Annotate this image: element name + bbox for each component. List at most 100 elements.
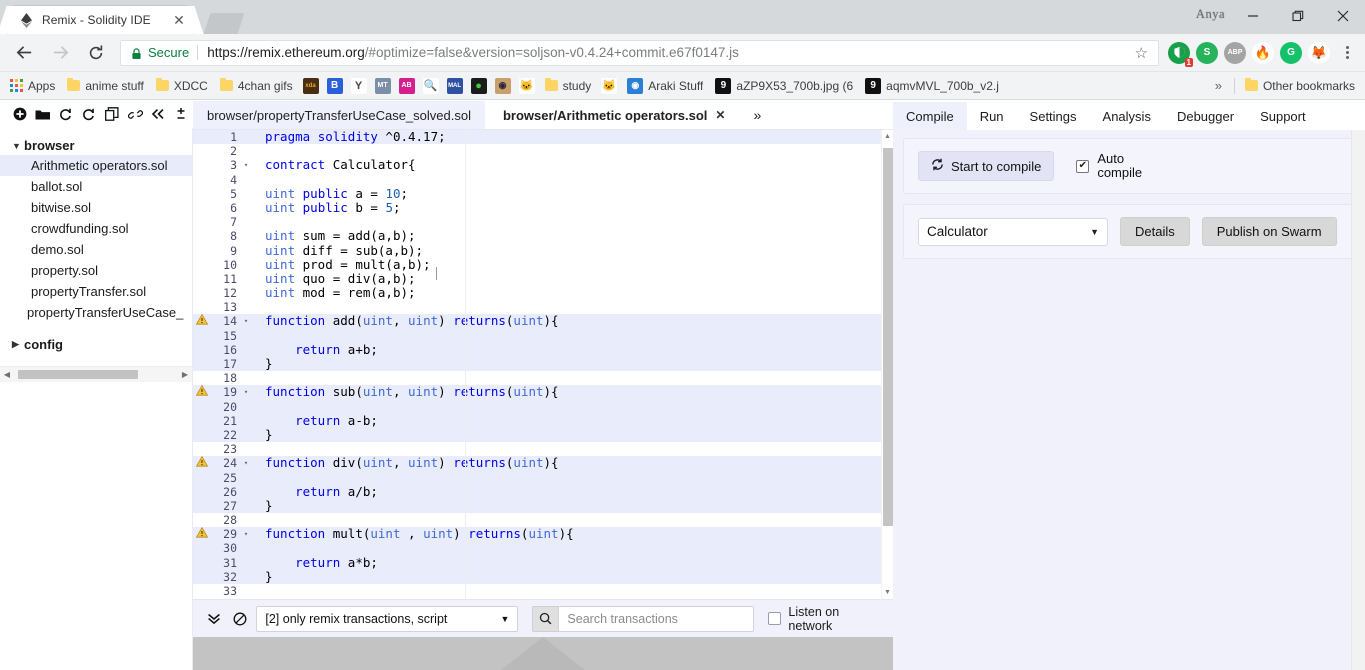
code-line[interactable]: 23 [193,442,881,456]
code-line[interactable]: 3 ▾ contract Calculator{ [193,158,881,173]
adguard-icon[interactable]: 1 [1168,41,1193,67]
scroll-down-icon[interactable]: ▼ [882,586,893,599]
maximize-icon[interactable] [1275,0,1320,32]
ban-icon[interactable] [227,612,253,626]
grammarly-icon[interactable]: G [1280,41,1302,64]
scroll-left-icon[interactable]: ◀ [0,370,14,379]
bookmark-study[interactable]: study [539,77,598,95]
chevron-right-icon[interactable]: ▶ [12,339,24,350]
browser-tab-remix[interactable]: Remix - Solidity IDE ✕ [8,6,193,34]
new-tab-button[interactable] [203,13,245,34]
terminal-horizontal-scrollbar[interactable] [193,637,893,670]
code-line[interactable]: 5 uint public a = 10; [193,186,881,201]
warning-icon[interactable] [195,456,209,468]
file-item-property-transfer-usecase[interactable]: propertyTransferUseCase_ [0,302,192,323]
transaction-filter-select[interactable]: [2] only remix transactions, script ▼ [256,605,519,632]
bookmarks-overflow-icon[interactable]: » [1207,78,1230,93]
bookmark-araki-stuff[interactable]: ◉ Araki Stuff [621,76,709,96]
bookmark-4chan-gifs[interactable]: 4chan gifs [214,77,299,95]
code-editor-lines[interactable]: 1 pragma solidity ^0.4.17; 2 3 ▾ contract Cal… [193,130,881,599]
tab-compile[interactable]: Compile [893,102,967,130]
tab-settings[interactable]: Settings [1017,102,1090,130]
code-line[interactable]: 12 uint mod = rem(a,b); [193,285,881,300]
bookmark-cat2-site[interactable]: 🐱 [597,76,621,96]
adblock-plus-icon[interactable]: ABP [1224,41,1246,64]
bookmark-star-icon[interactable]: ☆ [1129,44,1154,62]
chevron-down-icon[interactable]: ▼ [12,141,24,151]
bookmark-aqmvmvl[interactable]: 9 aqmvMVL_700b_v2.j [859,76,1005,96]
reload-icon[interactable] [82,39,110,67]
code-line[interactable]: 11 uint quo = div(a,b); [193,271,881,286]
code-line[interactable]: 24 ▾ function div(uint, uint) returns(uint… [193,456,881,471]
code-line[interactable]: 16 return a+b; [193,342,881,357]
scroll-right-icon[interactable]: ▶ [178,370,192,379]
open-folder-icon[interactable] [31,101,54,127]
file-explorer-hscrollbar[interactable]: ◀ ▶ [0,366,192,382]
tab-debugger[interactable]: Debugger [1164,102,1247,130]
code-line[interactable]: 7 [193,215,881,229]
bookmark-anime-stuff[interactable]: anime stuff [61,77,149,95]
flame-extension-icon[interactable]: 🔥 [1252,41,1274,64]
address-bar[interactable]: Secure https://remix.ethereum.org/#optim… [120,39,1159,66]
auto-compile-checkbox[interactable] [1076,159,1090,173]
bookmark-azp9x53[interactable]: 9 aZP9X53_700b.jpg (6 [709,76,859,96]
code-line[interactable]: 31 return a*b; [193,555,881,570]
close-icon[interactable]: ✕ [715,108,725,122]
listen-on-network-checkbox[interactable] [768,612,782,625]
connect-localhost-icon[interactable] [124,101,147,127]
warning-icon[interactable] [195,314,209,326]
collapse-panel-icon[interactable] [147,101,170,127]
code-line[interactable]: 27} [193,498,881,514]
minimize-icon[interactable] [1230,0,1275,32]
fold-toggle-icon[interactable]: ▾ [241,314,251,328]
code-line[interactable]: 1 pragma solidity ^0.4.17; [193,130,881,145]
file-item-arithmetic-operators[interactable]: Arithmetic operators.sol [0,155,192,176]
code-line[interactable]: 26 return a/b; [193,484,881,499]
code-line[interactable]: 28 [193,513,881,527]
file-item-bitwise[interactable]: bitwise.sol [0,197,192,218]
fold-toggle-icon[interactable]: ▾ [241,385,251,399]
editor-vertical-scrollbar[interactable]: ▲ ▼ [881,130,893,599]
code-line[interactable]: 25 [193,470,881,485]
s-extension-icon[interactable]: S [1196,41,1218,64]
page-vertical-scrollbar[interactable]: ▲ [1351,100,1365,670]
fold-toggle-icon[interactable]: ▾ [241,456,251,470]
search-icon[interactable] [532,605,559,632]
file-item-ballot[interactable]: ballot.sol [0,176,192,197]
bookmark-ab-site[interactable]: AB [395,76,419,96]
bookmark-b-site[interactable]: B [323,76,347,96]
code-line[interactable]: 10 uint prod = mult(a,b); [193,257,881,272]
scroll-thumb[interactable] [883,148,893,526]
code-line[interactable]: 6 uint public b = 5; [193,200,881,215]
back-icon[interactable] [10,39,38,67]
warning-icon[interactable] [195,385,209,397]
tab-arithmetic-operators[interactable]: browser/Arithmetic operators.sol ✕ [488,101,740,129]
window-close-icon[interactable] [1320,0,1365,32]
copy-gist-icon[interactable] [77,101,100,127]
search-input[interactable] [558,605,755,632]
code-line[interactable]: 22} [193,427,881,443]
code-line[interactable]: 21 return a-b; [193,413,881,428]
bookmark-xdcc[interactable]: XDCC [150,77,214,95]
code-line[interactable]: 33 [193,584,881,598]
bookmark-other-bookmarks[interactable]: Other bookmarks [1239,77,1361,95]
file-tabs-overflow-icon[interactable]: » [743,100,771,129]
code-line[interactable]: 17} [193,356,881,372]
bookmark-apps[interactable]: Apps [4,77,61,95]
tab-run[interactable]: Run [967,102,1017,130]
scroll-thumb[interactable] [18,370,138,379]
metamask-fox-icon[interactable]: 🦊 [1308,41,1330,64]
code-editor[interactable]: 1 pragma solidity ^0.4.17; 2 3 ▾ contract Cal… [193,130,893,599]
forward-icon[interactable] [46,39,74,67]
tab-support[interactable]: Support [1247,102,1319,130]
file-item-property[interactable]: property.sol [0,260,192,281]
font-size-icon[interactable] [170,101,193,127]
create-file-icon[interactable] [8,101,31,127]
tree-root-browser[interactable]: ▼ browser [0,136,192,155]
code-line[interactable]: 20 [193,399,881,414]
code-line[interactable]: 18 [193,371,881,385]
chrome-menu-icon[interactable] [1335,46,1359,59]
code-line[interactable]: 4 [193,173,881,187]
close-icon[interactable]: ✕ [171,12,187,28]
publish-gist-icon[interactable] [54,101,77,127]
